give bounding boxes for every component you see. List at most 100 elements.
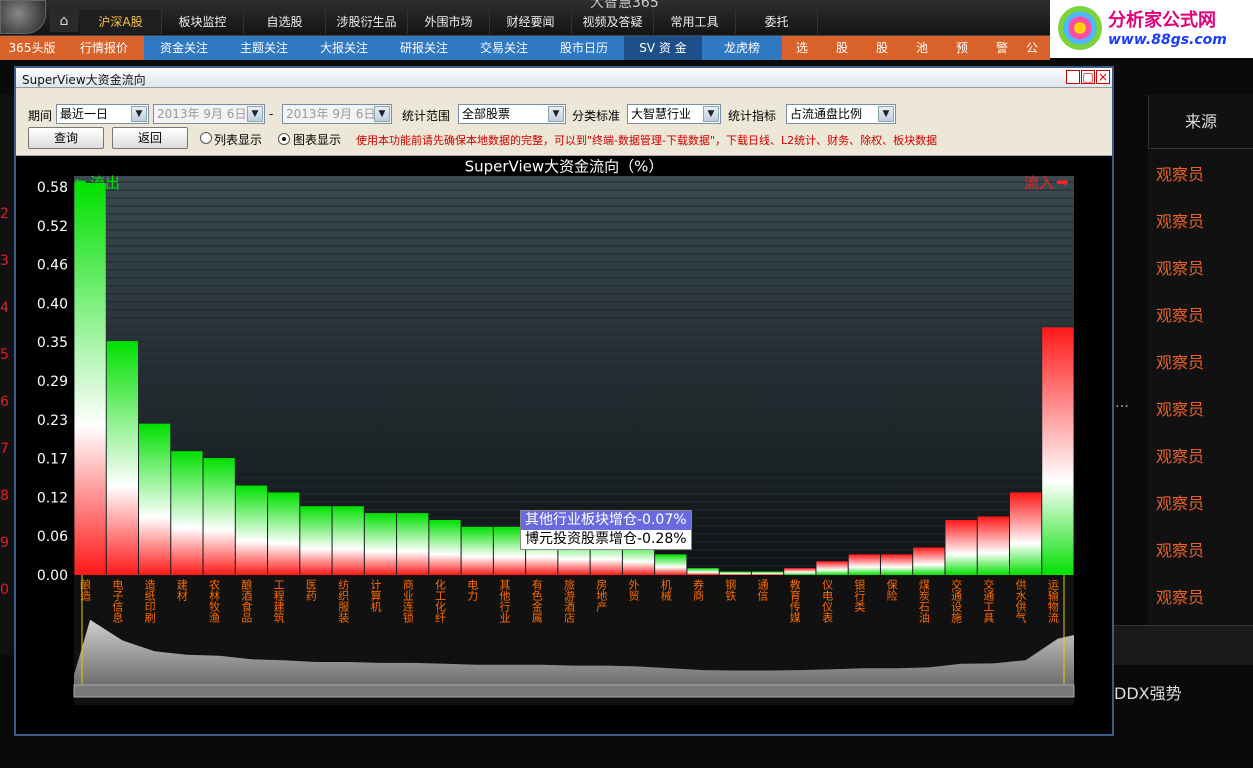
- x-tick-label: 计算机: [369, 579, 382, 612]
- left-row-number: 3: [0, 253, 9, 269]
- sub-tab-8[interactable]: SV 资 金: [624, 36, 702, 60]
- inflow-label: 流入: [1024, 174, 1054, 192]
- bar: [1042, 327, 1074, 575]
- source-column-header[interactable]: 来源: [1148, 95, 1253, 149]
- menu-tab-5[interactable]: 财经要闻: [490, 10, 572, 34]
- menu-tab-6[interactable]: 视频及答疑: [572, 10, 654, 34]
- sub-tab-16[interactable]: 公: [1022, 36, 1042, 60]
- x-tick-label: 运输物流: [1046, 579, 1059, 623]
- source-column-label: 来源: [1184, 112, 1217, 131]
- x-tick-label: 旅游酒店: [563, 578, 576, 623]
- app-logo[interactable]: [0, 0, 46, 34]
- period-select[interactable]: 最近一日 ▼: [56, 104, 149, 124]
- sub-tab-1[interactable]: 行情报价: [64, 36, 144, 60]
- bar: [816, 561, 848, 575]
- list-view-label[interactable]: 列表显示: [214, 131, 262, 148]
- query-toolbar: 期间 最近一日 ▼ 2013年 9月 6日 ▼ - 2013年 9月 6日 ▼ …: [16, 88, 1112, 156]
- class-select[interactable]: 大智慧行业 ▼: [627, 104, 721, 124]
- bar: [880, 554, 913, 575]
- bar: [203, 458, 235, 575]
- menu-tab-4[interactable]: 外围市场: [408, 10, 490, 34]
- home-icon[interactable]: ⌂: [50, 10, 78, 32]
- sub-tab-10[interactable]: 选: [782, 36, 822, 60]
- x-tick-label: 酿酒食品: [240, 578, 253, 623]
- inflow-arrow-icon: ➡: [1056, 173, 1069, 191]
- bar: [1009, 492, 1042, 575]
- source-item[interactable]: 观察员: [1156, 584, 1204, 608]
- ddx-strong-label[interactable]: DDX强势: [1114, 680, 1182, 704]
- bar: [461, 526, 493, 575]
- bar: [268, 492, 300, 575]
- sub-tab-12[interactable]: 股: [862, 36, 902, 60]
- x-tick-label: 其他行业: [498, 579, 511, 623]
- sub-tab-15[interactable]: 警: [982, 36, 1022, 60]
- sub-tab-6[interactable]: 交易关注: [464, 36, 544, 60]
- bar: [687, 568, 719, 575]
- x-tick-label: 煤炭石油: [917, 579, 930, 623]
- x-tick-label: 券商: [692, 578, 705, 602]
- sub-tab-4[interactable]: 大报关注: [304, 36, 384, 60]
- x-tick-label: 外贸: [627, 579, 640, 602]
- minimize-icon[interactable]: _: [1066, 70, 1080, 84]
- source-item[interactable]: 观察员: [1156, 537, 1204, 561]
- sub-tab-11[interactable]: 股: [822, 36, 862, 60]
- sub-tab-9[interactable]: 龙虎榜: [702, 36, 782, 60]
- sub-menu-bar: 365头版 行情报价 资金关注 主题关注 大报关注 研报关注 交易关注 股市日历 SV 资 金龙…: [0, 36, 1050, 60]
- tooltip-line-2: 博元投资股票增仓-0.28%: [525, 531, 687, 547]
- back-button[interactable]: 返回: [112, 127, 188, 149]
- x-tick-label: 通信: [756, 579, 769, 602]
- menu-tab-0[interactable]: 沪深A股: [80, 10, 162, 34]
- chart-view-label[interactable]: 图表显示: [293, 131, 341, 148]
- sub-tab-7[interactable]: 股市日历: [544, 36, 624, 60]
- date-from-picker[interactable]: 2013年 9月 6日 ▼: [153, 104, 265, 124]
- sub-tab-2[interactable]: 资金关注: [144, 36, 224, 60]
- data-notice: 使用本功能前请先确保本地数据的完整，可以到"终端-数据管理-下载数据"，下载日线…: [356, 134, 938, 147]
- metric-value: 占流通盘比例: [790, 107, 863, 121]
- bar: [751, 571, 784, 575]
- chart-tooltip: 其他行业板块增仓-0.07% 博元投资股票增仓-0.28%: [520, 510, 692, 550]
- sub-tab-0[interactable]: 365头版: [0, 36, 64, 60]
- y-tick-label: 0.12: [37, 490, 68, 506]
- source-item[interactable]: 观察员: [1156, 349, 1204, 373]
- source-item[interactable]: 观察员: [1156, 302, 1204, 326]
- menu-tab-3[interactable]: 涉股衍生品: [326, 10, 408, 34]
- watermark-logo: 分析家公式网 www.88gs.com: [1050, 0, 1253, 58]
- source-item[interactable]: 观察员: [1156, 443, 1204, 467]
- sub-tab-13[interactable]: 池: [902, 36, 942, 60]
- source-item[interactable]: 观察员: [1156, 161, 1204, 185]
- menu-tab-7[interactable]: 常用工具: [654, 10, 736, 34]
- close-icon[interactable]: ×: [1096, 70, 1110, 84]
- source-item[interactable]: 观察员: [1156, 255, 1204, 279]
- source-item[interactable]: 观察员: [1156, 396, 1204, 420]
- dialog-titlebar[interactable]: SuperView大资金流向 _ □ ×: [16, 68, 1112, 88]
- source-item[interactable]: 观察员: [1156, 208, 1204, 232]
- list-view-radio[interactable]: [200, 132, 212, 144]
- chart-view-radio[interactable]: [278, 133, 290, 145]
- menu-tab-8[interactable]: 委托: [736, 10, 818, 34]
- tooltip-line-1: 其他行业板块增仓-0.07%: [521, 511, 691, 530]
- bar: [848, 554, 880, 575]
- sub-tab-3[interactable]: 主题关注: [224, 36, 304, 60]
- menu-tab-2[interactable]: 自选股: [244, 10, 326, 34]
- x-tick-label: 商业连锁: [401, 578, 414, 624]
- y-tick-label: 0.46: [37, 258, 68, 274]
- sub-tab-5[interactable]: 研报关注: [384, 36, 464, 60]
- range-value: 全部股票: [462, 107, 511, 121]
- x-tick-label: 化工化纤: [433, 578, 446, 624]
- sub-tab-14[interactable]: 预: [942, 36, 982, 60]
- maximize-icon[interactable]: □: [1081, 70, 1095, 84]
- query-button[interactable]: 查询: [28, 127, 104, 149]
- x-tick-label: 有色金属: [530, 578, 543, 624]
- x-tick-label: 农林牧渔: [208, 578, 221, 624]
- left-row-number: 4: [0, 300, 9, 316]
- range-select[interactable]: 全部股票 ▼: [458, 104, 566, 124]
- y-tick-label: 0.40: [37, 296, 68, 312]
- bar: [364, 513, 397, 575]
- y-tick-label: 0.17: [37, 452, 68, 468]
- menu-tab-1[interactable]: 板块监控: [162, 10, 244, 34]
- source-item[interactable]: 观察员: [1156, 490, 1204, 514]
- overview-scrollbar[interactable]: [73, 684, 1075, 698]
- metric-select[interactable]: 占流通盘比例 ▼: [786, 104, 896, 124]
- fund-flow-chart[interactable]: SuperView大资金流向（%）⬅流出流入➡0.580.520.460.400…: [16, 156, 1112, 734]
- date-to-picker[interactable]: 2013年 9月 6日 ▼: [282, 104, 392, 124]
